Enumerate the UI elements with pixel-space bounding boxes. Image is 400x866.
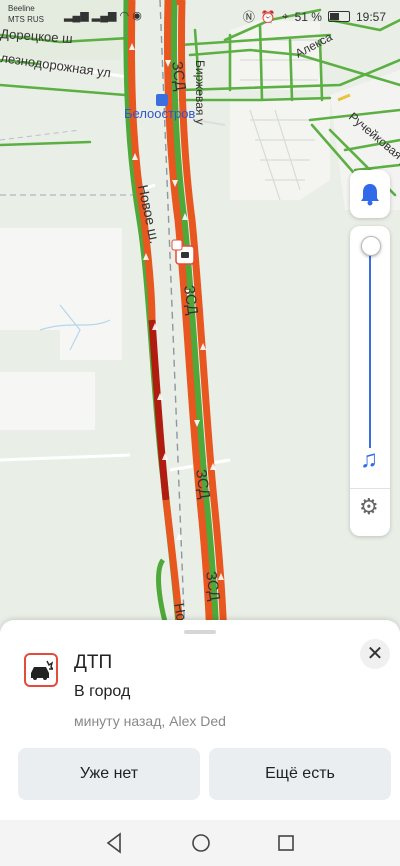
incident-sheet: ✕ ДТП В город минуту назад, Alex Ded Уже… [0, 620, 400, 820]
status-bar: Beeline MTS RUS ▂▄▆ ▂▄▆ ◠ ◉ Ⓝ ⏰ ⌖ 51 % 1… [0, 0, 400, 30]
accident-icon [24, 653, 58, 687]
music-note-icon[interactable]: ♫ [360, 446, 378, 474]
recents-icon[interactable] [276, 831, 296, 855]
nfc-icon: Ⓝ [242, 10, 255, 24]
battery-percent: 51 % [294, 9, 322, 24]
location-icon: ⌖ [281, 9, 289, 23]
gear-icon[interactable]: ⚙ [359, 494, 379, 520]
incident-meta: минуту назад, Alex Ded [74, 713, 226, 729]
map-label-station: Белоостров [124, 106, 195, 121]
sheet-grabber[interactable] [184, 630, 216, 634]
incident-direction: В город [74, 683, 131, 700]
sound-alert-button[interactable] [350, 170, 390, 218]
bell-icon [361, 184, 379, 206]
alarm-icon: ⏰ [260, 9, 276, 24]
close-icon: ✕ [366, 643, 384, 665]
no-longer-button[interactable]: Уже нет [18, 748, 200, 800]
carrier-2: MTS RUS [8, 15, 44, 24]
still-there-button[interactable]: Ещё есть [209, 748, 391, 800]
signal-icons: ▂▄▆ ▂▄▆ ◠ ◉ [64, 10, 142, 22]
volume-control: ♫ ⚙ [350, 226, 390, 536]
map-label-birzhevaya: Биржевая у [193, 60, 207, 125]
carrier-info: Beeline MTS RUS [8, 3, 44, 25]
incident-title: ДТП [74, 652, 113, 673]
battery-icon [327, 11, 350, 22]
divider [350, 488, 390, 489]
carrier-1: Beeline [8, 4, 35, 13]
system-nav-bar [0, 820, 400, 866]
volume-knob[interactable] [361, 236, 381, 256]
back-icon[interactable] [104, 831, 124, 855]
close-button[interactable]: ✕ [360, 639, 390, 669]
clock: 19:57 [355, 9, 386, 24]
map[interactable]: Дорецкое ш лезнодорожная ул Белоостров Б… [0, 0, 400, 640]
volume-track[interactable] [369, 248, 371, 448]
home-icon[interactable] [190, 831, 212, 855]
